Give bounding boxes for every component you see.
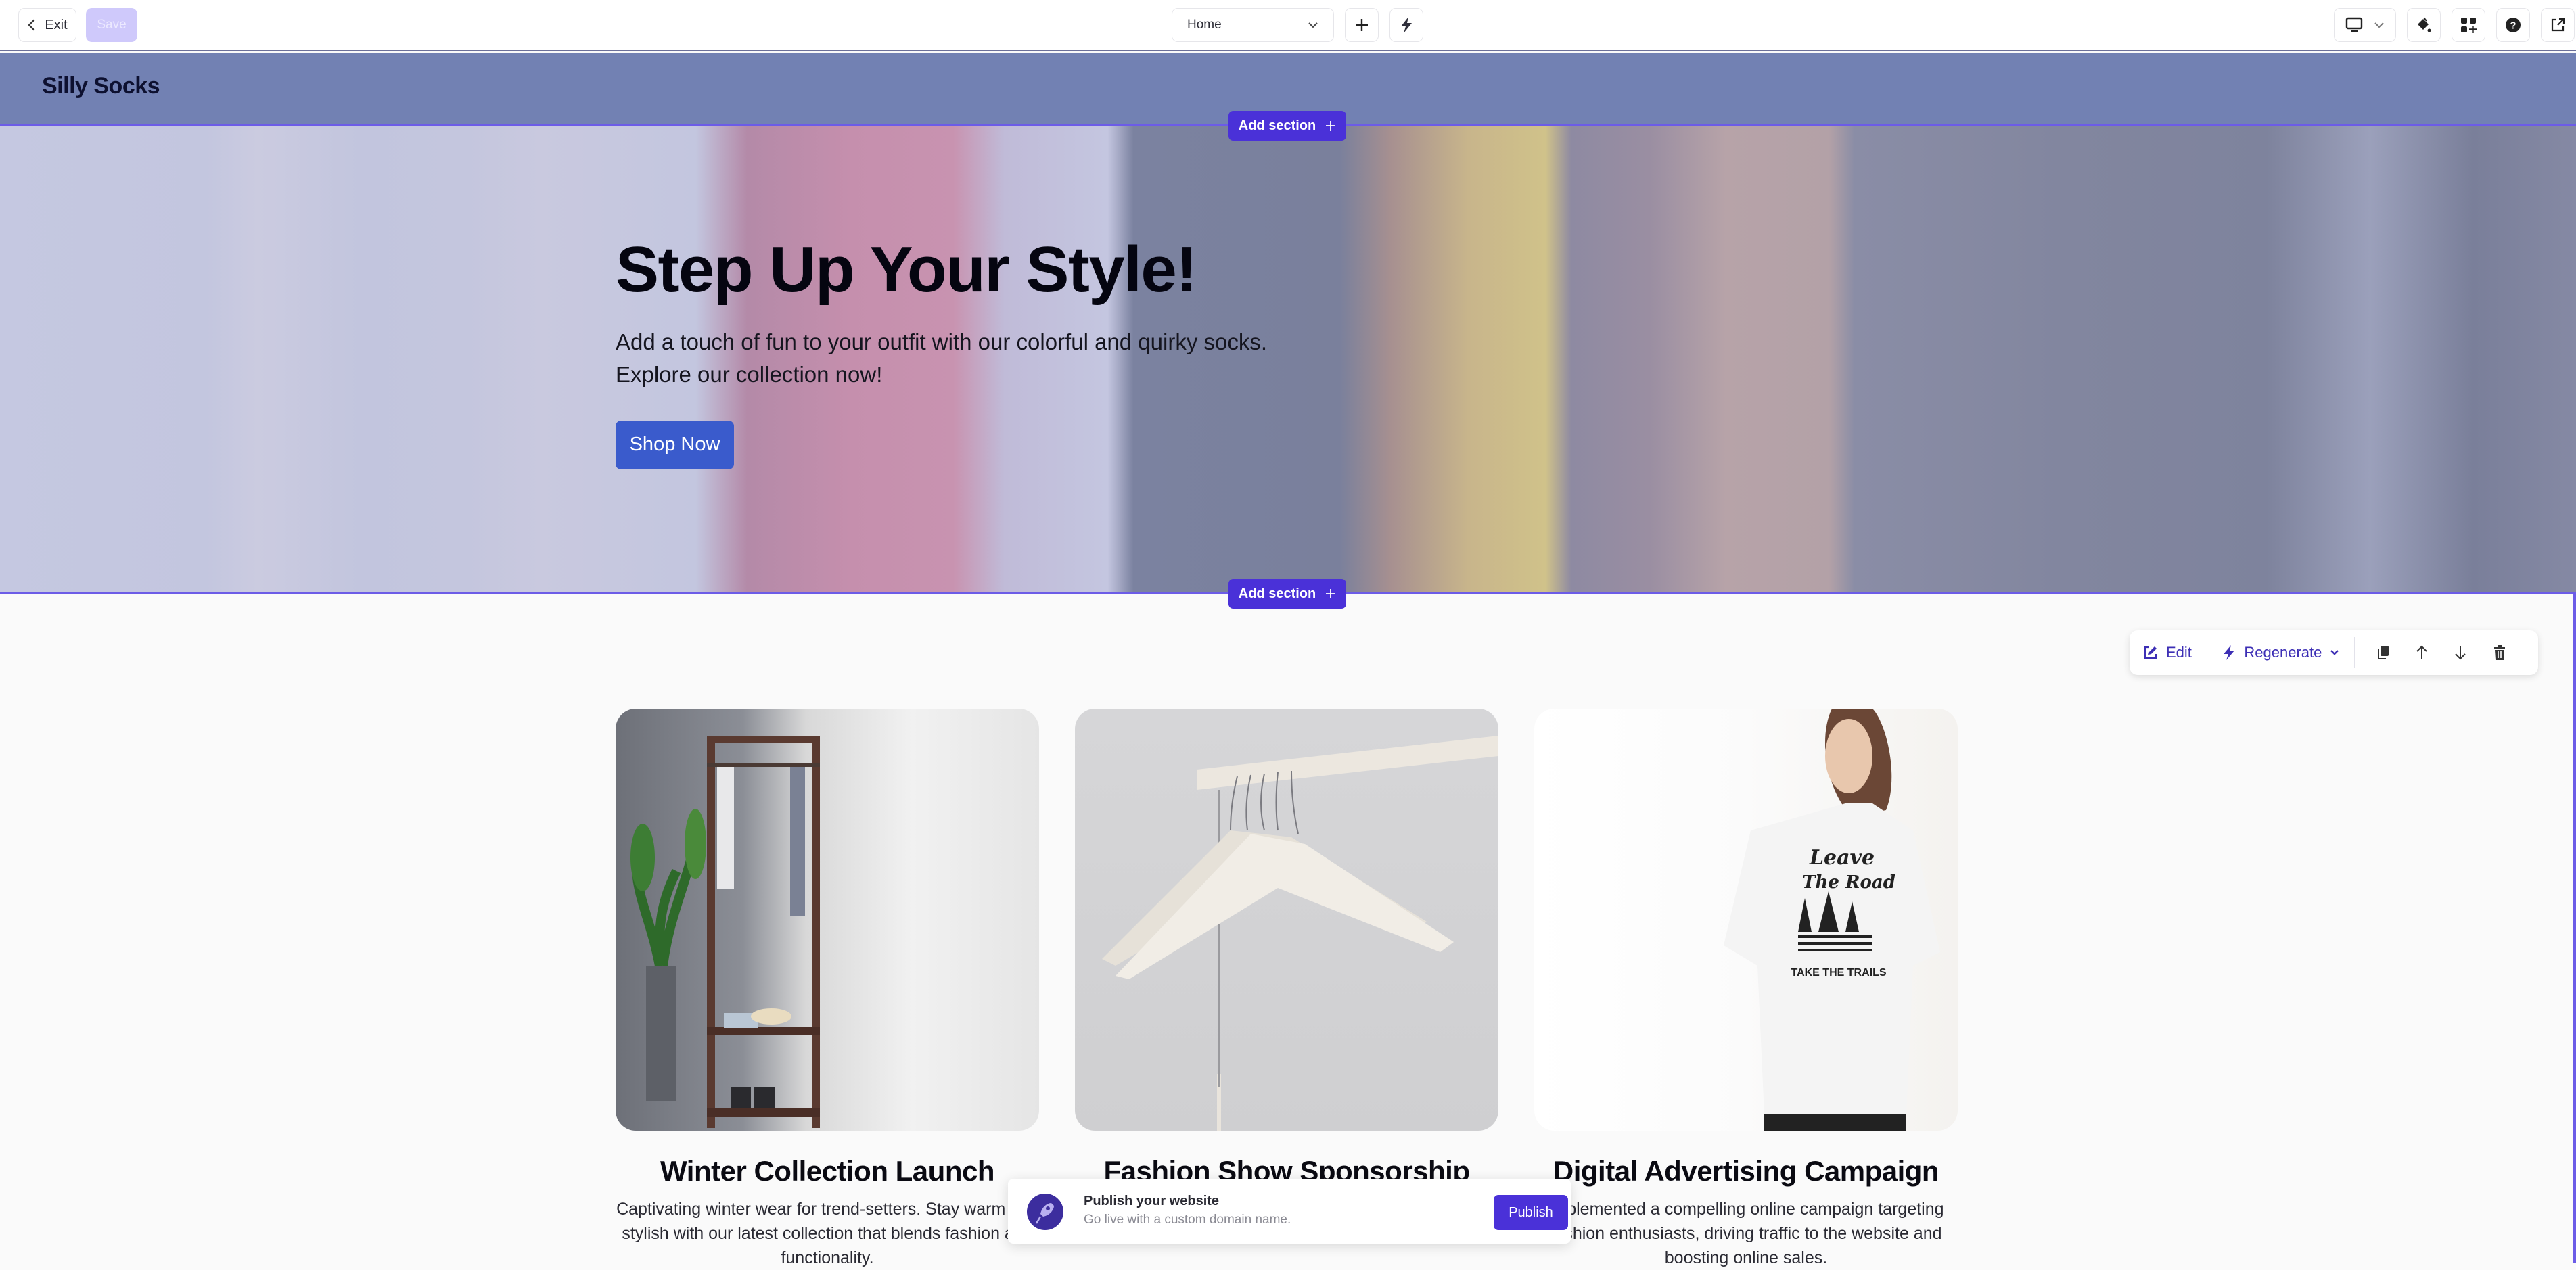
toast-title: Publish your website [1084,1194,1220,1208]
hero-section[interactable]: Step Up Your Style! Add a touch of fun t… [0,126,2576,594]
clothing-rack-illustration [630,736,820,1128]
edit-label: Edit [2166,644,2192,661]
hero-content: Step Up Your Style! Add a touch of fun t… [616,234,1319,469]
hero-subtitle: Add a touch of fun to your outfit with o… [616,329,1268,387]
card-title: Digital Advertising Campaign [1552,1155,1939,1187]
copy-icon [2378,646,2389,659]
site-logo[interactable]: Silly Socks [42,73,160,99]
lightning-icon [2224,645,2235,660]
svg-text:Leave: Leave [1809,846,1874,870]
add-section-button[interactable]: Add section [1228,579,1346,609]
regenerate-label: Regenerate [2244,644,2322,661]
plus-icon [1356,19,1368,31]
external-link-icon [2551,18,2565,32]
add-section-label: Add section [1238,118,1316,133]
arrow-up-icon [2416,645,2428,659]
desktop-icon [2345,17,2363,32]
card-image-tshirt[interactable]: Leave The Road TAKE THE TRAILS [1534,709,1958,1131]
publish-toast: Publish your website Go live with a cust… [1008,1179,1571,1244]
device-select[interactable] [2334,8,2396,42]
open-site-button[interactable] [2541,8,2575,42]
save-label: Save [97,18,127,32]
card-image-clothing-rack[interactable] [616,709,1039,1131]
plus-icon [1326,589,1336,598]
exit-button[interactable]: Exit [18,8,76,42]
edit-section-button[interactable]: Edit [2143,644,2192,661]
lightning-icon [1401,17,1412,33]
publish-button[interactable]: Publish [1494,1195,1568,1230]
add-section-label: Add section [1238,586,1316,601]
hero-title: Step Up Your Style! [616,233,1197,306]
arrow-down-icon [2455,646,2466,660]
toast-subtitle: Go live with a custom domain name. [1084,1213,1291,1227]
help-button[interactable]: ? [2496,8,2530,42]
toolbar-separator [2354,637,2355,668]
chevron-down-icon [2330,650,2339,655]
edit-icon [2144,646,2157,659]
svg-text:?: ? [2510,20,2516,32]
regenerate-button[interactable]: Regenerate [2222,644,2339,661]
page-select-value: Home [1187,18,1222,32]
move-up-button[interactable] [2409,644,2435,661]
add-page-button[interactable] [1345,8,1379,42]
chevron-down-icon [2374,22,2384,28]
add-section-button[interactable]: Add section [1228,111,1346,141]
apps-button[interactable] [2452,8,2485,42]
question-icon: ? [2506,18,2521,32]
plus-icon [1326,121,1336,131]
chevron-down-icon [1308,22,1318,28]
svg-text:The Road: The Road [1802,872,1895,893]
card-description: Implemented a compelling online campaign… [1548,1200,1944,1267]
move-down-button[interactable] [2447,644,2474,661]
feature-card: Winter Collection Launch Captivating win… [616,709,1039,1270]
theme-button[interactable] [2407,8,2441,42]
ai-generate-button[interactable] [1389,8,1423,42]
delete-section-button[interactable] [2486,644,2512,661]
duplicate-section-button[interactable] [2370,645,2397,660]
apps-add-icon [2461,18,2477,33]
svg-text:TAKE THE TRAILS: TAKE THE TRAILS [1791,967,1886,979]
trash-icon [2493,645,2505,660]
tshirt-model-illustration: Leave The Road TAKE THE TRAILS [1724,709,1940,1131]
section-toolbar: Edit Regenerate [2130,630,2538,675]
hangers-illustration [1102,736,1498,1131]
exit-label: Exit [45,17,68,32]
card-image-hangers[interactable] [1075,709,1498,1131]
feature-card: Leave The Road TAKE THE TRAILS Digital A… [1534,709,1958,1270]
save-button[interactable]: Save [86,8,137,42]
editor-toolbar: Exit Save Home ? [0,0,2576,51]
chevron-left-icon [28,19,36,31]
card-title: Winter Collection Launch [660,1155,994,1187]
rocket-icon [1027,1194,1063,1230]
page-select[interactable]: Home [1172,8,1334,42]
feature-card: Fashion Show Sponsorship Sponsored a sen… [1075,709,1498,1246]
paint-bucket-icon [2418,17,2431,32]
shop-now-button[interactable]: Shop Now [616,420,734,469]
card-description: Captivating winter wear for trend-setter… [616,1200,1038,1267]
